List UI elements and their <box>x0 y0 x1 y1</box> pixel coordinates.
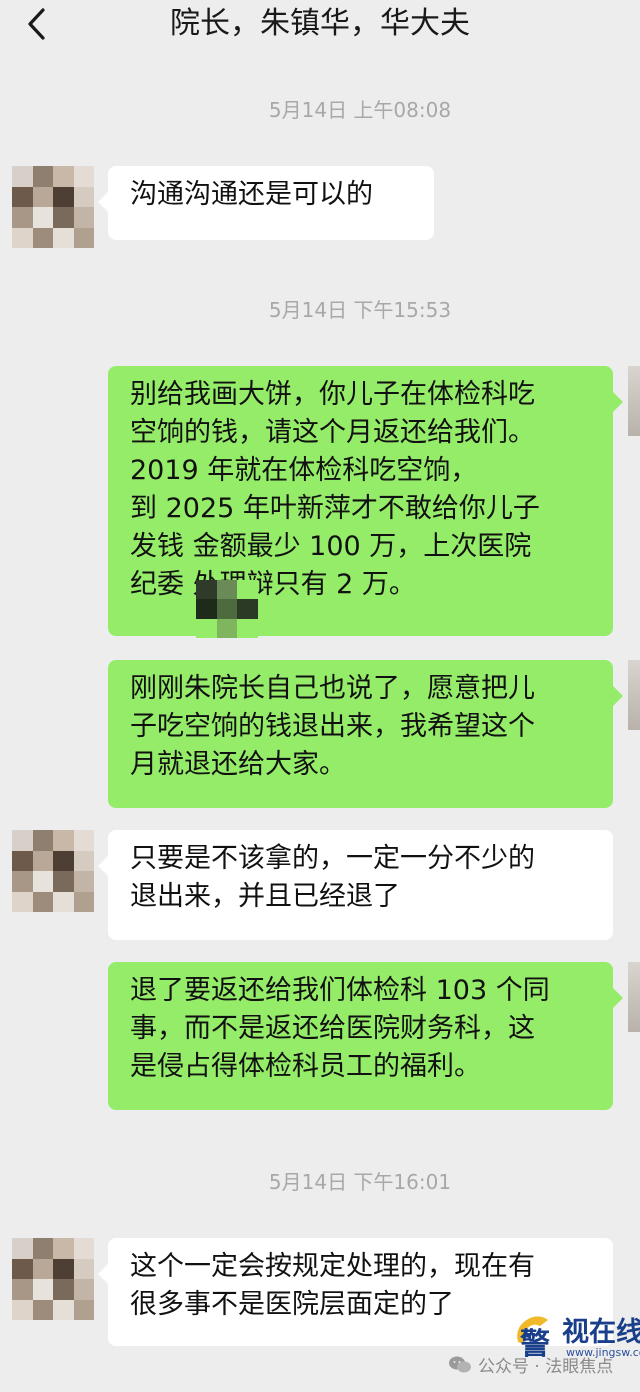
message-text: 子吃空饷的钱退出来，我希望这个 <box>130 711 535 742</box>
message-text: 别给我画大饼，你儿子在体检科吃 <box>130 379 535 410</box>
message-text: 2019 年就在体检科吃空饷， <box>130 455 478 486</box>
wechat-icon <box>449 1356 471 1372</box>
avatar[interactable] <box>12 166 94 248</box>
message-bubble-sent[interactable]: 刚刚朱院长自己也说了，愿意把儿 子吃空饷的钱退出来，我希望这个 月就退还给大家。 <box>108 660 623 808</box>
message-text: 沟通沟通还是可以的 <box>130 179 373 210</box>
message-text: 是侵占得体检科员工的福利。 <box>130 1051 481 1082</box>
self-avatar[interactable] <box>628 660 640 730</box>
watermark-brand: 视在线 <box>562 1317 640 1348</box>
message-text: 空饷的钱，请这个月返还给我们。 <box>130 417 535 448</box>
message-text: 到 2025 年叶新萍才不敢给你儿子 <box>130 493 540 524</box>
timestamp: 5月14日 下午16:01 <box>268 1170 452 1194</box>
message-bubble-sent[interactable]: 别给我画大饼，你儿子在体检科吃 空饷的钱，请这个月返还给我们。 2019 年就在… <box>108 366 623 636</box>
self-avatar[interactable] <box>628 366 640 436</box>
self-avatar[interactable] <box>628 962 640 1032</box>
message-text: 退出来，并且已经退了 <box>130 881 400 912</box>
site-watermark: 警 视在线 www.jingsw.com <box>510 1308 640 1366</box>
police-badge-icon: 警 <box>517 1316 550 1360</box>
message-text: 刚刚朱院长自己也说了，愿意把儿 <box>130 673 535 704</box>
svg-text:警: 警 <box>520 1327 550 1360</box>
timestamp: 5月14日 下午15:53 <box>268 298 452 322</box>
watermark-url: www.jingsw.com <box>566 1346 640 1359</box>
message-text: 月就退还给大家。 <box>130 749 346 780</box>
message-text: 只要是不该拿的，一定一分不少的 <box>130 843 535 874</box>
chat-title: 院长，朱镇华，华大夫 <box>170 6 470 41</box>
timestamp: 5月14日 上午08:08 <box>268 98 452 122</box>
message-bubble-sent[interactable]: 退了要返还给我们体检科 103 个同 事，而不是返还给医院财务科，这 是侵占得体… <box>108 962 623 1110</box>
avatar[interactable] <box>12 830 94 912</box>
message-text: 退了要返还给我们体检科 103 个同 <box>130 975 550 1006</box>
message-bubble-received[interactable]: 只要是不该拿的，一定一分不少的 退出来，并且已经退了 <box>98 830 613 940</box>
avatar[interactable] <box>12 1238 94 1320</box>
chat-header: 院长，朱镇华，华大夫 <box>0 0 640 48</box>
message-text: 事，而不是返还给医院财务科，这 <box>130 1013 535 1044</box>
message-text: 发钱 金额最少 100 万，上次医院 <box>130 531 532 562</box>
message-text: 这个一定会按规定处理的，现在有 <box>130 1251 535 1282</box>
message-bubble-received[interactable]: 沟通沟通还是可以的 <box>98 166 434 240</box>
censor-mosaic <box>196 580 258 638</box>
